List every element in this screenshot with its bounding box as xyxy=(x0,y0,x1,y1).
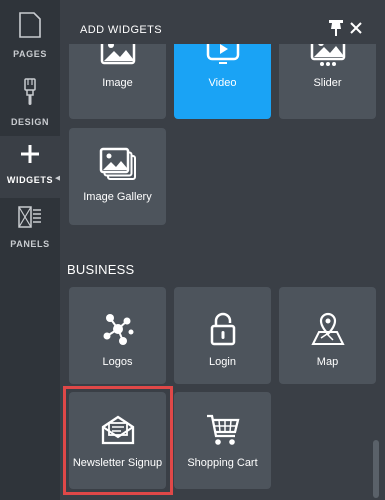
rail-item-label: PANELS xyxy=(10,239,50,249)
widget-tile-logos[interactable]: Logos xyxy=(69,287,166,384)
cart-icon xyxy=(203,410,243,450)
logos-icon xyxy=(98,309,138,349)
widget-tile-image-gallery[interactable]: Image Gallery xyxy=(69,128,166,225)
widget-tile-login[interactable]: Login xyxy=(174,287,271,384)
widget-label: Image xyxy=(102,77,133,89)
plus-icon xyxy=(20,144,40,169)
rail-item-label: WIDGETS xyxy=(6,175,54,185)
widget-label: Logos xyxy=(102,356,133,368)
rail-item-pages[interactable]: PAGES xyxy=(0,0,60,70)
widget-tile-newsletter-signup[interactable]: Newsletter Signup xyxy=(69,392,166,489)
left-rail: PAGES DESIGN WIDGETS ◀ PANELS xyxy=(0,0,60,500)
panels-icon xyxy=(18,206,42,233)
panel-scrollbar[interactable] xyxy=(373,440,379,498)
add-widgets-panel: Image Video Slider ADD WIDGETS Image Gal… xyxy=(60,0,385,500)
rail-item-design[interactable]: DESIGN xyxy=(0,70,60,130)
widget-label: Video xyxy=(208,77,237,89)
rail-item-label: DESIGN xyxy=(10,117,50,127)
widget-label: Login xyxy=(209,356,236,368)
panel-header: ADD WIDGETS xyxy=(60,0,385,44)
map-icon xyxy=(308,309,348,349)
widget-tile-shopping-cart[interactable]: Shopping Cart xyxy=(174,392,271,489)
widget-label: Newsletter Signup xyxy=(72,457,163,469)
envelope-icon xyxy=(98,410,138,450)
widget-label: Image Gallery xyxy=(83,191,152,203)
section-title-business: BUSINESS xyxy=(67,262,135,277)
panel-title: ADD WIDGETS xyxy=(80,24,163,36)
widget-label: Shopping Cart xyxy=(187,457,258,469)
gallery-icon xyxy=(98,144,138,184)
brush-icon xyxy=(22,78,38,111)
page-icon xyxy=(19,12,41,43)
widget-label: Slider xyxy=(313,77,342,89)
lock-icon xyxy=(203,309,243,349)
pin-icon[interactable] xyxy=(328,19,344,37)
rail-item-panels[interactable]: PANELS xyxy=(0,200,60,262)
rail-item-widgets[interactable]: WIDGETS xyxy=(0,136,60,198)
close-icon[interactable] xyxy=(349,21,363,35)
widget-tile-map[interactable]: Map xyxy=(279,287,376,384)
rail-item-label: PAGES xyxy=(13,49,47,59)
widget-label: Map xyxy=(316,356,339,368)
